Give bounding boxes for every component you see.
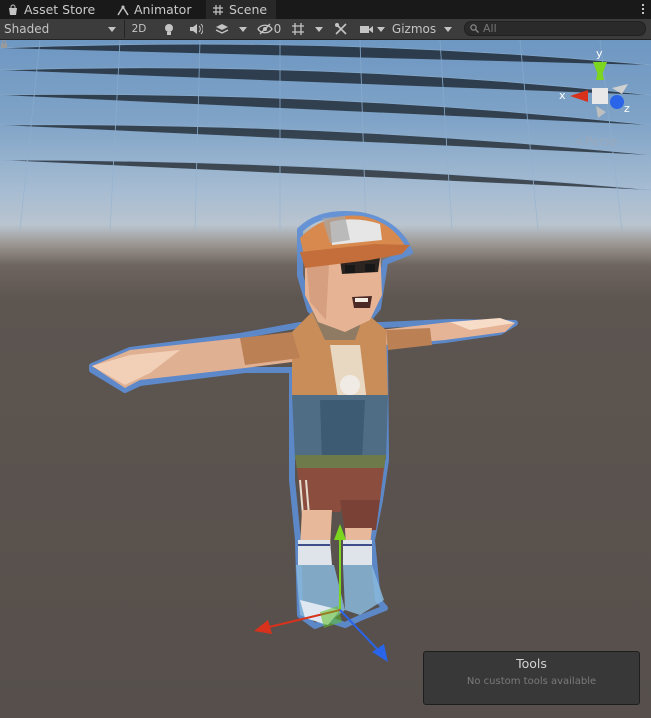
search-input[interactable] (479, 22, 633, 35)
grid-toggle[interactable] (288, 20, 308, 38)
animator-icon (117, 5, 129, 15)
gizmos-button[interactable]: Gizmos (389, 20, 439, 38)
tab-asset-store[interactable]: Asset Store (7, 0, 95, 19)
tools-toggle[interactable] (331, 20, 351, 38)
tools-overlay-title: Tools (516, 656, 547, 671)
scene-visibility-toggle[interactable]: 0 (255, 20, 283, 38)
tools-wrench-icon (335, 23, 347, 35)
chevron-down-icon (377, 26, 385, 32)
tab-label: Asset Store (24, 2, 96, 17)
effects-dropdown[interactable] (236, 20, 250, 38)
gizmos-label: Gizmos (391, 22, 437, 36)
tab-scene[interactable]: Scene (206, 0, 276, 19)
axis-y-label: y (596, 47, 603, 60)
toggle-2d-label: 2D (131, 23, 147, 35)
hidden-count: 0 (273, 22, 282, 36)
chevron-down-icon (239, 26, 247, 32)
speaker-icon (190, 23, 203, 35)
projection-toggle[interactable]: < Persp (574, 134, 617, 148)
tab-label: Animator (134, 2, 192, 17)
axis-z-label: z (624, 102, 630, 115)
scene-search-field[interactable] (464, 21, 646, 36)
axis-x-label: x (559, 89, 566, 102)
light-bulb-icon (165, 23, 173, 35)
tab-label: Scene (229, 2, 268, 17)
kebab-menu-icon[interactable] (641, 2, 645, 16)
grid-dropdown[interactable] (312, 20, 326, 38)
scene-viewport[interactable]: x y z < Persp Tools No custom tools avai… (0, 40, 651, 718)
orientation-gizmo[interactable]: x y z (559, 47, 630, 118)
effects-toggle[interactable] (212, 20, 232, 38)
x-axis-handle (254, 620, 272, 634)
toggle-2d-button[interactable]: 2D (128, 20, 150, 38)
hidden-eye-icon (256, 23, 273, 35)
tools-overlay-message: No custom tools available (466, 676, 597, 687)
camera-toggle[interactable] (357, 20, 375, 38)
audio-toggle[interactable] (185, 20, 207, 38)
chevron-down-icon (108, 26, 116, 32)
lock-icon[interactable] (0, 40, 8, 48)
tab-animator[interactable]: Animator (117, 0, 191, 19)
layers-icon (215, 24, 229, 34)
perspective-chevron-icon: < (574, 134, 584, 148)
bag-icon (9, 4, 17, 15)
lighting-toggle[interactable] (158, 20, 180, 38)
scene-toolbar: Shaded 2D 0 Gizmos (0, 19, 651, 40)
projection-label: Persp (585, 134, 618, 148)
gizmos-dropdown[interactable] (441, 20, 455, 38)
tools-overlay-panel: Tools No custom tools available (423, 651, 640, 705)
window-tab-bar: Asset Store Animator Scene (0, 0, 651, 19)
sky-grid (0, 40, 651, 231)
chevron-down-icon (444, 26, 452, 32)
grid-icon (292, 23, 304, 35)
toolbar-divider (124, 20, 125, 38)
character-model[interactable] (89, 211, 518, 629)
draw-mode-dropdown[interactable]: Shaded (0, 20, 120, 38)
grid-hash-icon (213, 4, 223, 15)
search-icon (470, 24, 479, 33)
camera-icon (359, 25, 373, 33)
scene-render: x y z (0, 40, 651, 662)
draw-mode-label: Shaded (4, 22, 50, 36)
chevron-down-icon (315, 26, 323, 32)
camera-dropdown[interactable] (375, 20, 387, 38)
